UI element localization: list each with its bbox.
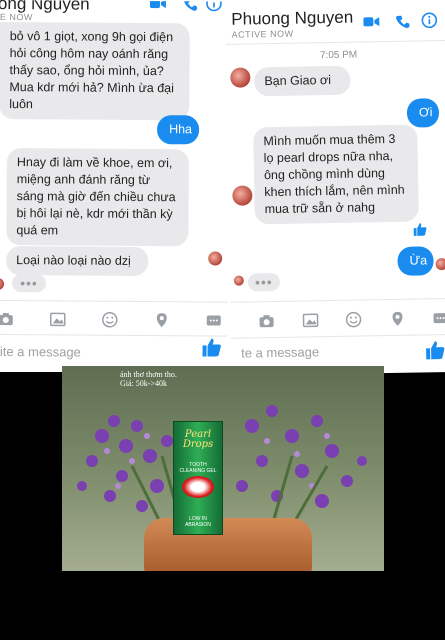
price-caption: ánh thơ thơm tho. Giá: 50k->40k [120, 370, 177, 388]
more-icon[interactable] [206, 312, 222, 328]
compose-toolbar [258, 304, 445, 335]
left-chat-panel: ong Nguyen E NOW bỏ vô 1 giọt, xong 9h g… [0, 0, 230, 370]
smile-graphic [182, 476, 214, 498]
contact-avatar [233, 275, 244, 286]
info-icon[interactable] [421, 12, 438, 29]
message-bubble-sent: Hha [156, 115, 200, 145]
image-icon[interactable] [49, 311, 66, 327]
product-foot-label: LOW IN ABRASION [185, 516, 211, 528]
read-receipt-avatar [435, 257, 445, 271]
contact-status: ACTIVE NOW [231, 28, 294, 40]
camera-icon[interactable] [0, 311, 14, 327]
video-call-icon[interactable] [363, 15, 380, 29]
message-bubble-received: Hnay đi làm về khoe, em ơi, miệng anh đá… [6, 148, 189, 247]
message-bubble-sent: Ơi [406, 98, 440, 128]
image-icon[interactable] [302, 312, 318, 328]
price-text: Giá: 50k->40k [120, 379, 167, 388]
contact-name: Phuong Nguyen [231, 7, 354, 29]
read-receipt-avatar [208, 251, 223, 266]
typing-indicator: ••• [247, 272, 281, 292]
video-call-icon[interactable] [149, 0, 167, 11]
divider [0, 333, 228, 337]
typing-indicator: ••• [11, 274, 47, 293]
location-icon[interactable] [154, 312, 170, 328]
message-bubble-received: Mình muốn mua thêm 3 lọ pearl drops nữa … [253, 124, 419, 225]
contact-avatar [232, 185, 253, 206]
product-photo: ánh thơ thơm tho. Giá: 50k->40k Pearl Dr… [62, 366, 384, 571]
phone-icon[interactable] [395, 15, 410, 29]
emoji-icon[interactable] [102, 312, 118, 328]
divider [225, 39, 445, 45]
brand-name: Pearl Drops [174, 430, 222, 450]
brand-line: Drops [182, 439, 214, 450]
divider [230, 297, 445, 303]
message-timestamp: 7:05 PM [319, 49, 358, 62]
like-icon[interactable] [425, 340, 445, 360]
contact-avatar [0, 277, 5, 291]
contact-status: E NOW [0, 11, 33, 23]
message-bubble-received: Bạn Giao ơi [254, 65, 351, 97]
message-input[interactable]: te a message [241, 344, 319, 360]
right-chat-panel: Phuong Nguyen ACTIVE NOW 7:05 PM Bạn Gia… [225, 0, 445, 376]
message-input[interactable]: rite a message [0, 344, 81, 360]
camera-icon[interactable] [258, 313, 274, 329]
message-bubble-sent: Ừa [397, 246, 434, 276]
compose-toolbar [0, 305, 222, 335]
contact-avatar [230, 67, 251, 88]
product-label: TOOTH CLEANING GEL [179, 462, 217, 474]
phone-icon[interactable] [183, 0, 197, 11]
more-icon[interactable] [432, 310, 445, 326]
like-icon[interactable] [202, 337, 222, 357]
flower-pot [144, 518, 312, 571]
like-icon [413, 223, 427, 236]
location-icon[interactable] [389, 311, 405, 327]
caption-line: ánh thơ thơm tho. [120, 370, 177, 379]
message-bubble-received: Loại nào loại nào dzị [6, 246, 149, 277]
info-icon[interactable] [206, 0, 222, 12]
emoji-icon[interactable] [345, 311, 362, 328]
divider [0, 299, 228, 303]
product-box: Pearl Drops TOOTH CLEANING GEL LOW IN AB… [173, 421, 223, 535]
message-bubble-received: bỏ vô 1 giọt, xong 9h gọi điện hỏi công … [0, 21, 190, 121]
